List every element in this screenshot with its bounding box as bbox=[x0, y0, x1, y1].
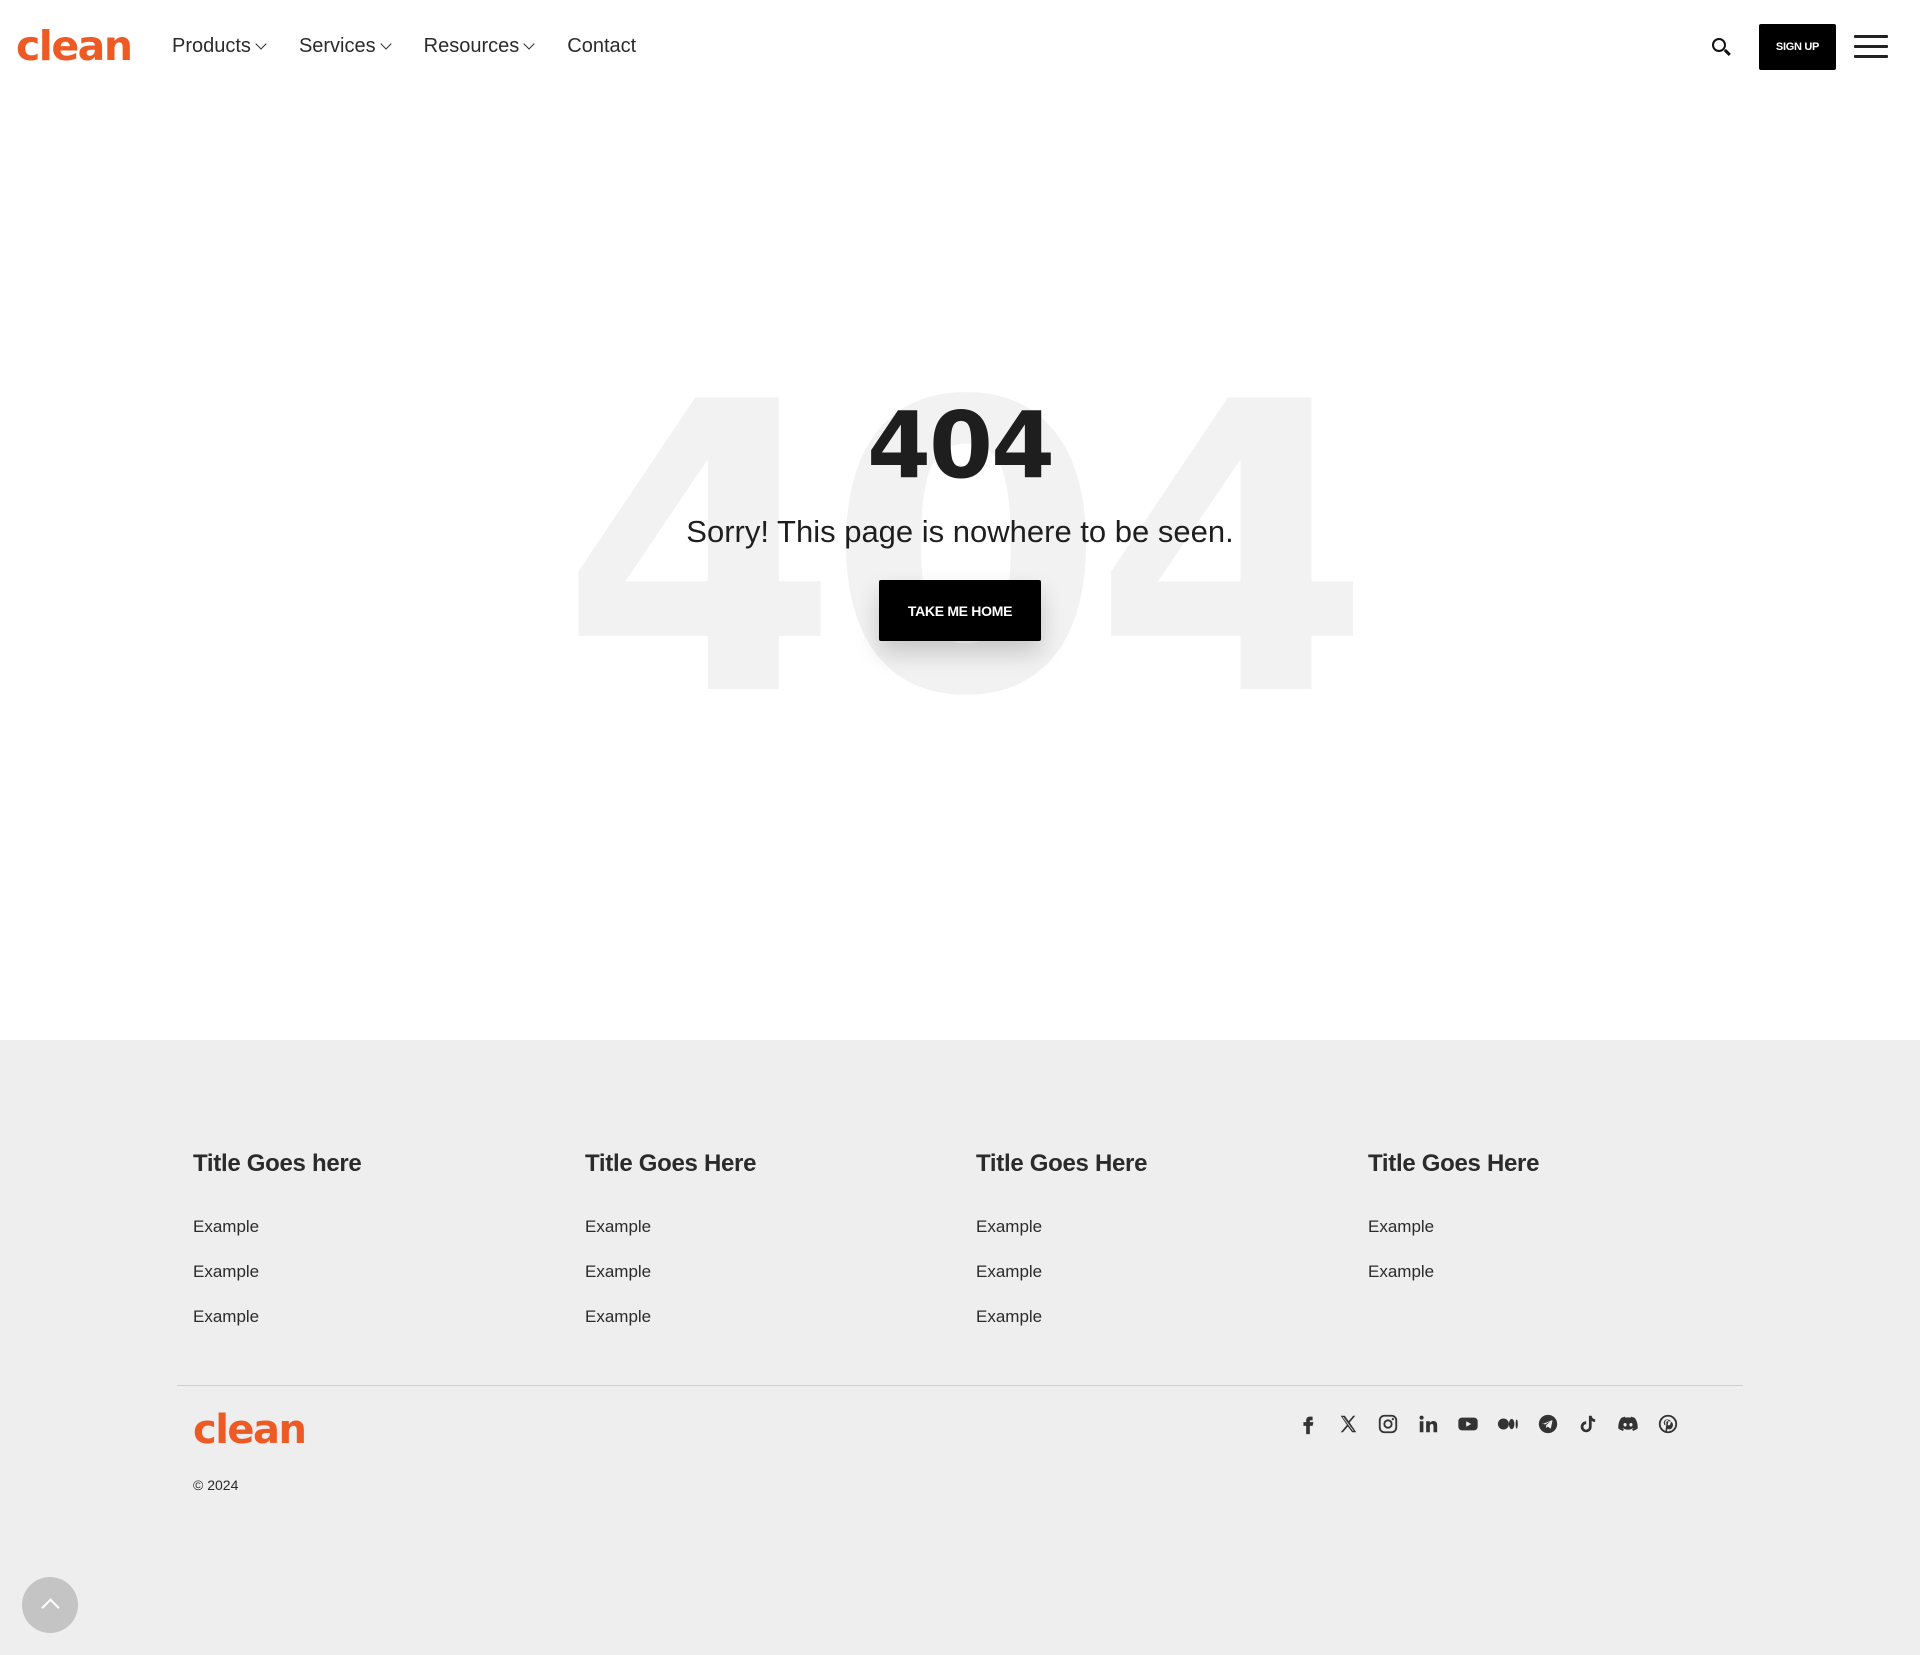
youtube-icon[interactable] bbox=[1456, 1412, 1480, 1436]
footer-column-title: Title Goes Here bbox=[1368, 1150, 1540, 1177]
signup-button[interactable]: SIGN UP bbox=[1759, 24, 1836, 70]
main-nav: Products Services Resources Contact bbox=[172, 32, 670, 60]
social-links bbox=[1296, 1412, 1696, 1436]
footer-column-title: Title Goes Here bbox=[585, 1150, 757, 1177]
footer-link[interactable]: Example bbox=[193, 1261, 573, 1283]
footer-link[interactable]: Example bbox=[1368, 1216, 1748, 1238]
footer-link-list: Example Example Example bbox=[193, 1216, 573, 1328]
chevron-down-icon bbox=[523, 37, 535, 50]
take-me-home-button[interactable]: TAKE ME HOME bbox=[879, 580, 1041, 641]
back-to-top-button[interactable] bbox=[22, 1577, 78, 1633]
facebook-icon[interactable] bbox=[1296, 1412, 1320, 1436]
footer-column: Title Goes Here Example Example Example bbox=[976, 1148, 1356, 1351]
footer-link-list: Example Example Example bbox=[585, 1216, 965, 1328]
logo[interactable]: clean bbox=[16, 24, 133, 68]
footer-link-list: Example Example bbox=[1368, 1216, 1748, 1283]
footer-link[interactable]: Example bbox=[193, 1306, 573, 1328]
error-message: Sorry! This page is nowhere to be seen. bbox=[686, 514, 1234, 549]
footer-column: Title Goes Here Example Example Example bbox=[585, 1148, 965, 1351]
menu-icon bbox=[1854, 35, 1888, 38]
telegram-icon[interactable] bbox=[1536, 1412, 1560, 1436]
footer-column-title: Title Goes Here bbox=[976, 1150, 1148, 1177]
footer-link[interactable]: Example bbox=[585, 1261, 965, 1283]
footer-column: Title Goes Here Example Example bbox=[1368, 1148, 1748, 1306]
footer-link[interactable]: Example bbox=[976, 1216, 1356, 1238]
error-code-heading: 404 bbox=[866, 392, 1055, 499]
linkedin-icon[interactable] bbox=[1416, 1412, 1440, 1436]
tiktok-icon[interactable] bbox=[1576, 1412, 1600, 1436]
instagram-icon[interactable] bbox=[1376, 1412, 1400, 1436]
copyright-text: © 2024 bbox=[193, 1477, 239, 1493]
footer-link[interactable]: Example bbox=[193, 1216, 573, 1238]
discord-icon[interactable] bbox=[1616, 1412, 1640, 1436]
nav-item-resources[interactable]: Resources bbox=[423, 32, 535, 60]
chevron-up-icon bbox=[41, 1598, 60, 1617]
footer-column-title: Title Goes here bbox=[193, 1150, 362, 1177]
nav-item-label: Resources bbox=[423, 35, 520, 57]
footer-link[interactable]: Example bbox=[976, 1306, 1356, 1328]
site-header: clean Products Services Resources Contac… bbox=[0, 0, 1920, 94]
nav-item-contact[interactable]: Contact bbox=[567, 32, 636, 60]
footer-link[interactable]: Example bbox=[976, 1261, 1356, 1283]
medium-icon[interactable] bbox=[1496, 1412, 1520, 1436]
footer-link-list: Example Example Example bbox=[976, 1216, 1356, 1328]
search-button[interactable] bbox=[1710, 36, 1732, 58]
footer-link[interactable]: Example bbox=[585, 1216, 965, 1238]
footer-link[interactable]: Example bbox=[585, 1306, 965, 1328]
x-icon[interactable] bbox=[1336, 1412, 1360, 1436]
nav-item-services[interactable]: Services bbox=[298, 32, 392, 60]
chevron-down-icon bbox=[255, 37, 267, 50]
nav-item-label: Services bbox=[298, 35, 376, 57]
footer-logo[interactable]: clean bbox=[193, 1408, 307, 1452]
chevron-down-icon bbox=[379, 37, 392, 50]
error-section: 404 404 Sorry! This page is nowhere to b… bbox=[0, 94, 1920, 1040]
footer-link[interactable]: Example bbox=[1368, 1261, 1748, 1283]
nav-item-products[interactable]: Products bbox=[172, 32, 267, 60]
hamburger-menu-button[interactable] bbox=[1854, 34, 1888, 60]
nav-item-label: Contact bbox=[567, 35, 637, 57]
pinterest-icon[interactable] bbox=[1656, 1412, 1680, 1436]
footer-divider bbox=[177, 1385, 1743, 1386]
footer-column: Title Goes here Example Example Example bbox=[193, 1148, 573, 1351]
site-footer: Title Goes here Example Example Example … bbox=[0, 1040, 1920, 1655]
nav-item-label: Products bbox=[172, 35, 251, 57]
